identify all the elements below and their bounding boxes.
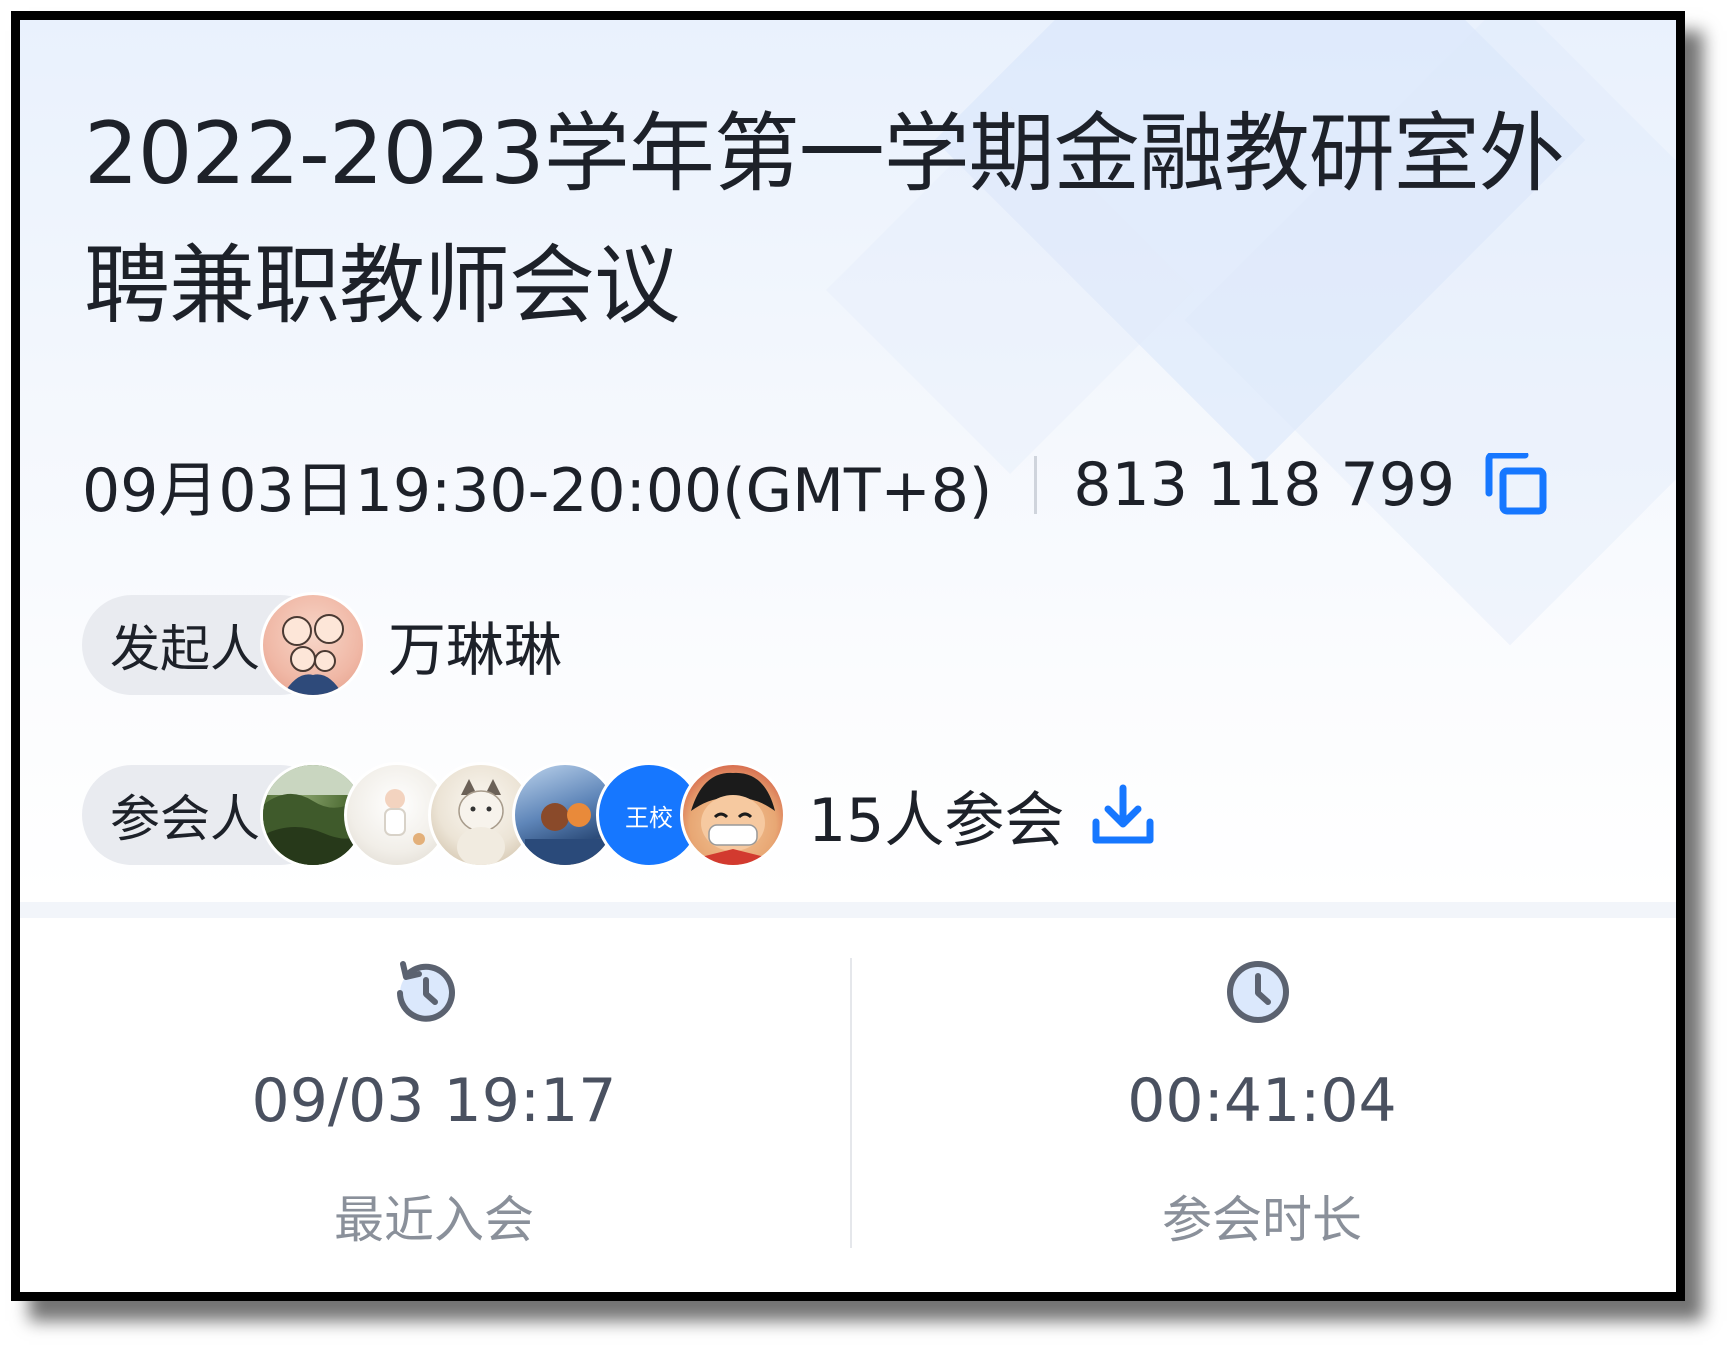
- stats-divider: [850, 958, 852, 1248]
- duration-value: 00:41:04: [1127, 1066, 1397, 1136]
- history-icon: [389, 956, 461, 1028]
- divider: [1034, 456, 1038, 514]
- attendee-count: 15人参会: [808, 785, 1065, 856]
- duration-label: 参会时长: [1162, 1191, 1362, 1249]
- stat-duration: 00:41:04 参会时长: [848, 918, 1676, 1292]
- meeting-detail-card: 2022-2023学年第一学期金融教研室外聘兼职教师会议 09月03日19:30…: [11, 11, 1685, 1301]
- organizer-avatar[interactable]: [260, 592, 366, 698]
- recent-join-value: 09/03 19:17: [251, 1066, 617, 1136]
- attendee-avatar[interactable]: [680, 762, 786, 868]
- download-icon[interactable]: [1090, 782, 1156, 848]
- organizer-name: 万琳琳: [388, 616, 563, 684]
- attendees-row: 参会人 王校 15人参会: [82, 760, 1156, 870]
- meeting-id: 813 118 799: [1073, 450, 1456, 520]
- section-separator: [20, 902, 1676, 918]
- organizer-avatar-group: [260, 592, 366, 698]
- clock-icon: [1222, 956, 1294, 1028]
- attendee-avatar-initials: 王校: [625, 803, 673, 832]
- recent-join-label: 最近入会: [334, 1191, 534, 1249]
- copy-icon[interactable]: [1485, 451, 1549, 517]
- organizer-row: 发起人 万琳琳: [82, 590, 562, 700]
- meeting-info-row: 09月03日19:30-20:00(GMT+8) 813 118 799: [82, 445, 1549, 526]
- meeting-time: 09月03日19:30-20:00(GMT+8): [82, 455, 993, 526]
- meeting-title: 2022-2023学年第一学期金融教研室外聘兼职教师会议: [84, 104, 1565, 336]
- attendee-avatar-group[interactable]: 王校: [260, 762, 786, 868]
- stats-panel: 09/03 19:17 最近入会 00:41:04 参会时长: [20, 918, 1676, 1292]
- stat-recent-join: 09/03 19:17 最近入会: [20, 918, 848, 1292]
